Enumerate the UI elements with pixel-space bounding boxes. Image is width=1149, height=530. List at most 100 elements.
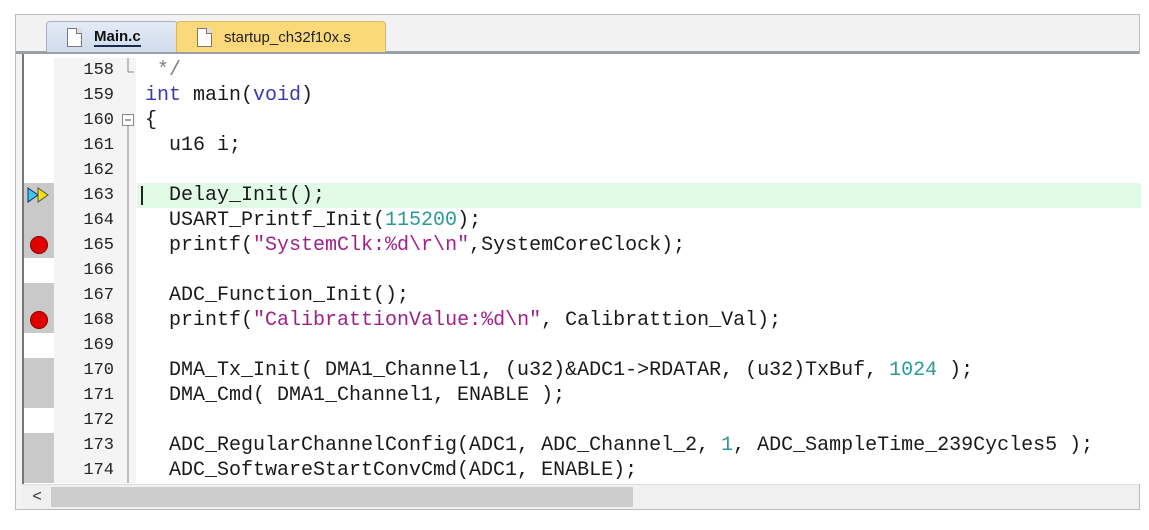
code-token: USART_Printf_Init( — [145, 209, 386, 232]
breakpoint-icon[interactable] — [30, 311, 48, 329]
keyword-token: void — [253, 84, 302, 107]
fold-guide — [119, 383, 137, 408]
code-text[interactable]: { — [137, 108, 1141, 133]
tab-label: startup_ch32f10x.s — [224, 28, 351, 46]
code-token: u16 i; — [145, 134, 242, 157]
breakpoint-gutter[interactable] — [24, 58, 54, 83]
code-token: Delay_Init(); — [145, 184, 326, 207]
code-line[interactable]: 163 Delay_Init(); — [24, 183, 1141, 208]
tab-startup-s[interactable]: startup_ch32f10x.s — [176, 21, 386, 52]
code-line[interactable]: 167 ADC_Function_Init(); — [24, 283, 1141, 308]
fold-collapse-icon[interactable] — [119, 108, 137, 133]
code-line[interactable]: 161 u16 i; — [24, 133, 1141, 158]
code-text[interactable] — [137, 333, 1141, 358]
tab-main-c[interactable]: Main.c — [46, 21, 178, 52]
code-token: ) — [301, 84, 314, 107]
breakpoint-gutter[interactable] — [24, 83, 54, 108]
code-token: main( — [181, 84, 254, 107]
code-line[interactable]: 172 — [24, 408, 1141, 433]
fold-guide — [119, 158, 137, 183]
code-line[interactable]: 169 — [24, 333, 1141, 358]
code-line[interactable]: 160 { — [24, 108, 1141, 133]
fold-guide — [119, 83, 137, 108]
number-token: 115200 — [385, 209, 458, 232]
code-text[interactable]: printf("CalibrattionValue:%d\n", Calibra… — [137, 308, 1141, 333]
line-number: 168 — [83, 311, 114, 330]
code-text[interactable]: DMA_Cmd( DMA1_Channel1, ENABLE ); — [137, 383, 1141, 408]
code-token: DMA_Cmd( DMA1_Channel1, ENABLE ); — [145, 384, 566, 407]
breakpoint-icon[interactable] — [30, 236, 48, 254]
scroll-left-icon[interactable]: < — [26, 486, 48, 508]
string-token: "CalibrattionValue:%d\n" — [253, 309, 542, 332]
breakpoint-gutter[interactable] — [24, 383, 54, 408]
code-token: ADC_SoftwareStartConvCmd(ADC1, ENABLE); — [145, 459, 638, 482]
fold-guide — [119, 283, 137, 308]
line-number: 165 — [83, 236, 114, 255]
file-icon — [197, 27, 212, 47]
line-number: 167 — [83, 286, 114, 305]
breakpoint-gutter[interactable] — [24, 108, 54, 133]
breakpoint-gutter[interactable] — [24, 133, 54, 158]
breakpoint-gutter[interactable] — [24, 458, 54, 483]
tab-strip: Main.c startup_ch32f10x.s — [16, 15, 1139, 54]
code-text[interactable]: printf("SystemClk:%d\r\n",SystemCoreCloc… — [137, 233, 1141, 258]
code-line[interactable]: 165 printf("SystemClk:%d\r\n",SystemCore… — [24, 233, 1141, 258]
breakpoint-gutter[interactable] — [24, 408, 54, 433]
line-number: 163 — [83, 186, 114, 205]
code-token: ); — [937, 359, 974, 382]
line-number: 170 — [83, 361, 114, 380]
code-text[interactable] — [137, 408, 1141, 433]
code-editor[interactable]: 158 */ 159 int main(void) 160 {161 u16 i; 162… — [22, 54, 1141, 484]
breakpoint-gutter[interactable] — [24, 333, 54, 358]
code-text[interactable]: USART_Printf_Init(115200); — [137, 208, 1141, 233]
code-text[interactable]: u16 i; — [137, 133, 1141, 158]
breakpoint-gutter[interactable] — [24, 233, 54, 258]
string-token: "SystemClk:%d\r\n" — [253, 234, 470, 257]
code-text[interactable]: ADC_RegularChannelConfig(ADC1, ADC_Chann… — [137, 433, 1141, 458]
line-number: 169 — [83, 336, 114, 355]
code-text[interactable] — [137, 158, 1141, 183]
code-text[interactable]: ADC_SoftwareStartConvCmd(ADC1, ENABLE); — [137, 458, 1141, 483]
code-token: ,SystemCoreClock); — [469, 234, 686, 257]
line-number: 158 — [83, 61, 114, 80]
code-token: ADC_Function_Init(); — [145, 284, 410, 307]
number-token: 1 — [721, 434, 734, 457]
breakpoint-gutter[interactable] — [24, 283, 54, 308]
scrollbar-thumb[interactable] — [51, 487, 633, 507]
code-line[interactable]: 166 — [24, 258, 1141, 283]
code-text[interactable]: int main(void) — [137, 83, 1141, 108]
breakpoint-gutter[interactable] — [24, 358, 54, 383]
code-line[interactable]: 168 printf("CalibrattionValue:%d\n", Cal… — [24, 308, 1141, 333]
fold-guide — [119, 458, 137, 483]
code-line[interactable]: 171 DMA_Cmd( DMA1_Channel1, ENABLE ); — [24, 383, 1141, 408]
breakpoint-gutter[interactable] — [24, 183, 54, 208]
code-line[interactable]: 164 USART_Printf_Init(115200); — [24, 208, 1141, 233]
code-line[interactable]: 174 ADC_SoftwareStartConvCmd(ADC1, ENABL… — [24, 458, 1141, 483]
code-line[interactable]: 170 DMA_Tx_Init( DMA1_Channel1, (u32)&AD… — [24, 358, 1141, 383]
line-number: 171 — [83, 386, 114, 405]
code-line[interactable]: 159 int main(void) — [24, 83, 1141, 108]
code-token: { — [145, 109, 158, 132]
breakpoint-gutter[interactable] — [24, 208, 54, 233]
code-line[interactable]: 173 ADC_RegularChannelConfig(ADC1, ADC_C… — [24, 433, 1141, 458]
breakpoint-gutter[interactable] — [24, 158, 54, 183]
fold-guide — [119, 308, 137, 333]
breakpoint-gutter[interactable] — [24, 308, 54, 333]
code-line[interactable]: 158 */ — [24, 58, 1141, 83]
code-line[interactable]: 162 — [24, 158, 1141, 183]
breakpoint-gutter[interactable] — [24, 433, 54, 458]
horizontal-scrollbar[interactable]: < — [22, 484, 1139, 509]
code-token: , ADC_SampleTime_239Cycles5 ); — [733, 434, 1094, 457]
breakpoint-gutter[interactable] — [24, 258, 54, 283]
comment-token: */ — [145, 59, 182, 82]
code-text[interactable]: */ — [137, 58, 1141, 83]
code-token: , Calibrattion_Val); — [541, 309, 782, 332]
code-token: ADC_RegularChannelConfig(ADC1, ADC_Chann… — [145, 434, 722, 457]
code-text[interactable]: Delay_Init(); — [137, 183, 1141, 208]
code-token: DMA_Tx_Init( DMA1_Channel1, (u32)&ADC1->… — [145, 359, 890, 382]
line-number: 164 — [83, 211, 114, 230]
code-text[interactable] — [137, 258, 1141, 283]
code-text[interactable]: DMA_Tx_Init( DMA1_Channel1, (u32)&ADC1->… — [137, 358, 1141, 383]
fold-guide — [119, 358, 137, 383]
code-text[interactable]: ADC_Function_Init(); — [137, 283, 1141, 308]
